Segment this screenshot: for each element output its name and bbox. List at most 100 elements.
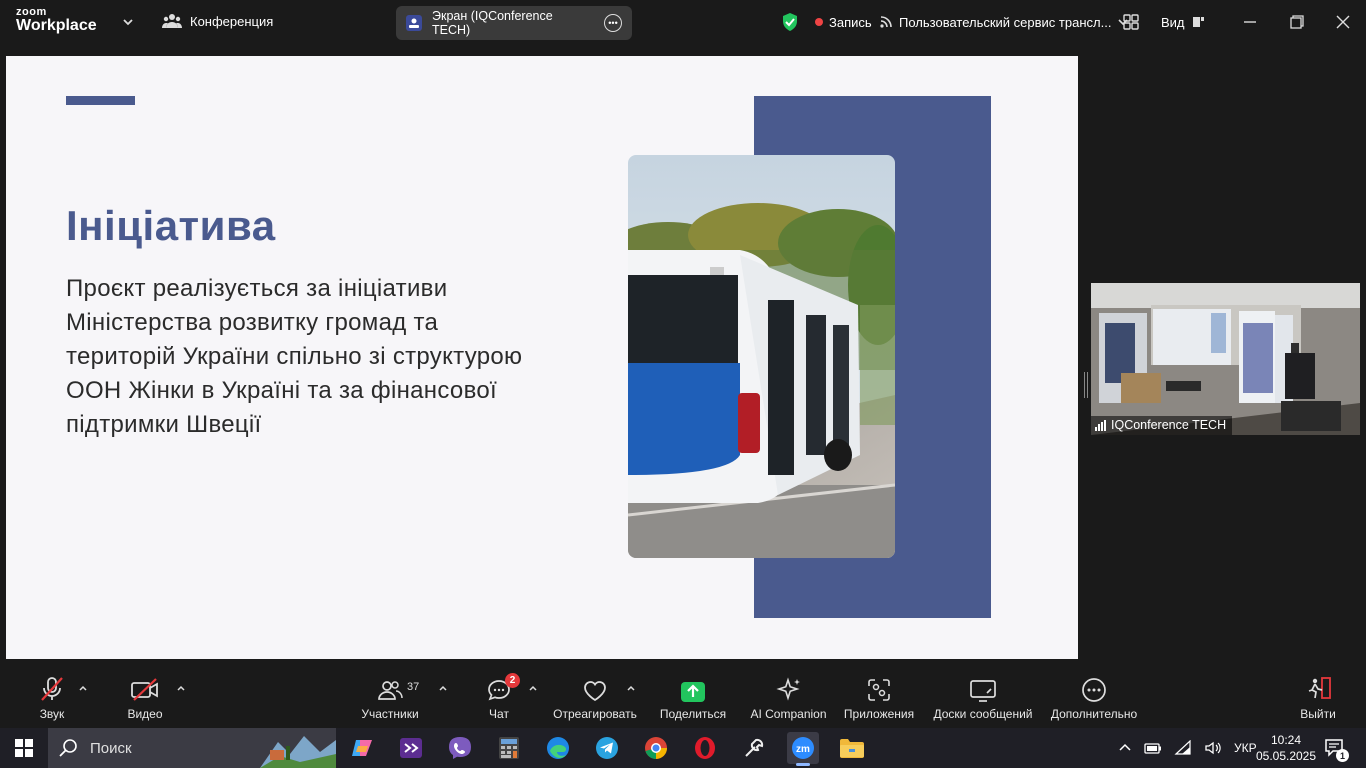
video-options-caret-icon[interactable] (176, 683, 186, 693)
taskbar-telegram[interactable] (591, 732, 623, 764)
video-button[interactable]: Видео (124, 669, 166, 728)
zoom-logo: zoom Workplace (16, 7, 97, 34)
sparkle-icon (775, 669, 802, 703)
slide-body-line: Проєкт реалізується за ініціативи (66, 275, 448, 302)
chrome-icon (645, 737, 667, 759)
share-arrow-icon (680, 669, 706, 703)
search-icon (59, 739, 77, 757)
minimize-button[interactable] (1243, 0, 1257, 44)
chat-button[interactable]: 2 Чат (484, 669, 520, 728)
share-screen-button[interactable]: Поделиться (660, 669, 726, 728)
taskbar-edge[interactable] (542, 732, 574, 764)
minimize-icon (1244, 21, 1256, 23)
stream-label: Пользовательский сервис трансл... (899, 14, 1112, 30)
chat-label: Чат (489, 707, 509, 721)
participant-name: IQConference TECH (1111, 418, 1227, 432)
active-app-indicator (796, 763, 810, 766)
connection-signal-icon (1095, 419, 1106, 431)
notification-center-button[interactable]: 1 (1324, 728, 1349, 768)
view-label: Вид (1161, 14, 1185, 30)
volume-icon[interactable] (1204, 740, 1222, 756)
chat-caret-icon[interactable] (528, 683, 538, 693)
taskbar-tools-app[interactable] (738, 732, 770, 764)
copilot-icon (352, 740, 372, 756)
participants-label: Участники (361, 707, 419, 721)
screen-share-label: Экран (IQConference TECH) (431, 9, 553, 37)
shared-screen-slide: Ініціатива Проєкт реалізується за ініціа… (6, 56, 1078, 659)
visual-studio-icon (400, 738, 422, 758)
folder-icon (840, 739, 864, 758)
taskbar-copilot[interactable] (346, 732, 378, 764)
encryption-shield[interactable] (781, 0, 799, 44)
bus-photo-image (628, 155, 895, 558)
leave-button[interactable]: Выйти (1298, 669, 1338, 728)
slide-body-line: Міністерства розвитку громад та (66, 309, 439, 336)
meeting-icon (162, 14, 182, 28)
zoom-icon: zm (792, 737, 814, 759)
react-button[interactable]: Отреагировать (553, 669, 637, 728)
react-caret-icon[interactable] (626, 683, 636, 693)
participants-button[interactable]: 37 Участники (360, 669, 420, 728)
audio-options-caret-icon[interactable] (78, 683, 88, 693)
conference-room-video (1091, 283, 1360, 435)
apps-label: Приложения (843, 707, 915, 721)
opera-icon (695, 737, 715, 759)
battery-icon[interactable] (1144, 741, 1162, 755)
whiteboard-icon (969, 669, 997, 703)
chevron-up-icon[interactable] (1118, 741, 1132, 755)
calculator-icon (499, 737, 519, 759)
participants-caret-icon[interactable] (438, 683, 448, 693)
taskbar-zoom[interactable]: zm (787, 732, 819, 766)
more-options-icon[interactable]: ••• (604, 14, 622, 32)
audio-button[interactable]: Звук (32, 669, 72, 728)
taskbar-search[interactable]: Поиск (48, 728, 336, 768)
slide-body: Проєкт реалізується за ініціативи Мініст… (66, 272, 566, 442)
taskbar-opera[interactable] (689, 732, 721, 764)
edge-icon (547, 737, 569, 759)
participants-count: 37 (407, 681, 420, 693)
taskbar-chrome[interactable] (640, 732, 672, 764)
participant-name-tag: IQConference TECH (1091, 416, 1233, 435)
taskbar-file-explorer[interactable] (836, 732, 868, 764)
video-off-icon (130, 669, 160, 703)
meeting-label: Конференция (190, 13, 274, 29)
ai-companion-button[interactable]: AI Companion (750, 669, 827, 728)
shield-check-icon (783, 13, 797, 31)
whiteboards-button[interactable]: Доски сообщений (932, 669, 1034, 728)
participant-video-tile[interactable]: IQConference TECH (1091, 283, 1360, 435)
bus-photo (628, 155, 895, 558)
leave-label: Выйти (1300, 707, 1336, 721)
taskbar-viber[interactable] (444, 732, 476, 764)
taskbar-clock[interactable]: 10:24 05.05.2025 (1254, 732, 1318, 764)
system-tray: УКР (1118, 728, 1257, 768)
apps-button[interactable]: Приложения (843, 669, 915, 728)
more-label: Дополнительно (1050, 707, 1138, 721)
screen-share-tab[interactable]: Экран (IQConference TECH) ••• (396, 6, 632, 40)
taskbar-visual-studio[interactable] (395, 732, 427, 764)
recording-indicator[interactable]: Запись (815, 0, 872, 44)
wifi-icon[interactable] (1174, 740, 1192, 756)
taskbar-calculator[interactable] (493, 732, 525, 764)
top-bar: zoom Workplace Конференция Экран (IQConf… (0, 0, 1366, 44)
windows-taskbar: Поиск zm УКР 10:24 05.05.2025 1 (0, 728, 1366, 768)
view-menu-button[interactable]: Вид (1161, 0, 1205, 44)
slide-body-line: територій України спільно зі структурою (66, 343, 523, 370)
chat-icon: 2 (486, 669, 520, 703)
live-stream-indicator[interactable]: Пользовательский сервис трансл... (879, 0, 1129, 44)
leave-door-icon (1304, 669, 1332, 703)
meeting-info-button[interactable]: Конференция (162, 12, 273, 30)
restore-button[interactable] (1290, 0, 1304, 44)
restore-icon (1290, 15, 1304, 29)
heart-icon (582, 669, 608, 703)
close-button[interactable] (1336, 0, 1350, 44)
recording-label: Запись (829, 14, 872, 30)
clock-date: 05.05.2025 (1255, 749, 1317, 763)
logo-line2: Workplace (16, 17, 97, 34)
speaker-view-icon (1192, 17, 1204, 27)
more-button[interactable]: Дополнительно (1050, 669, 1138, 728)
start-button[interactable] (8, 732, 40, 764)
gallery-layout-button[interactable] (1123, 0, 1139, 44)
chevron-down-icon[interactable] (120, 14, 136, 30)
panel-resize-handle[interactable] (1084, 372, 1088, 398)
whiteboards-label: Доски сообщений (933, 707, 1033, 721)
